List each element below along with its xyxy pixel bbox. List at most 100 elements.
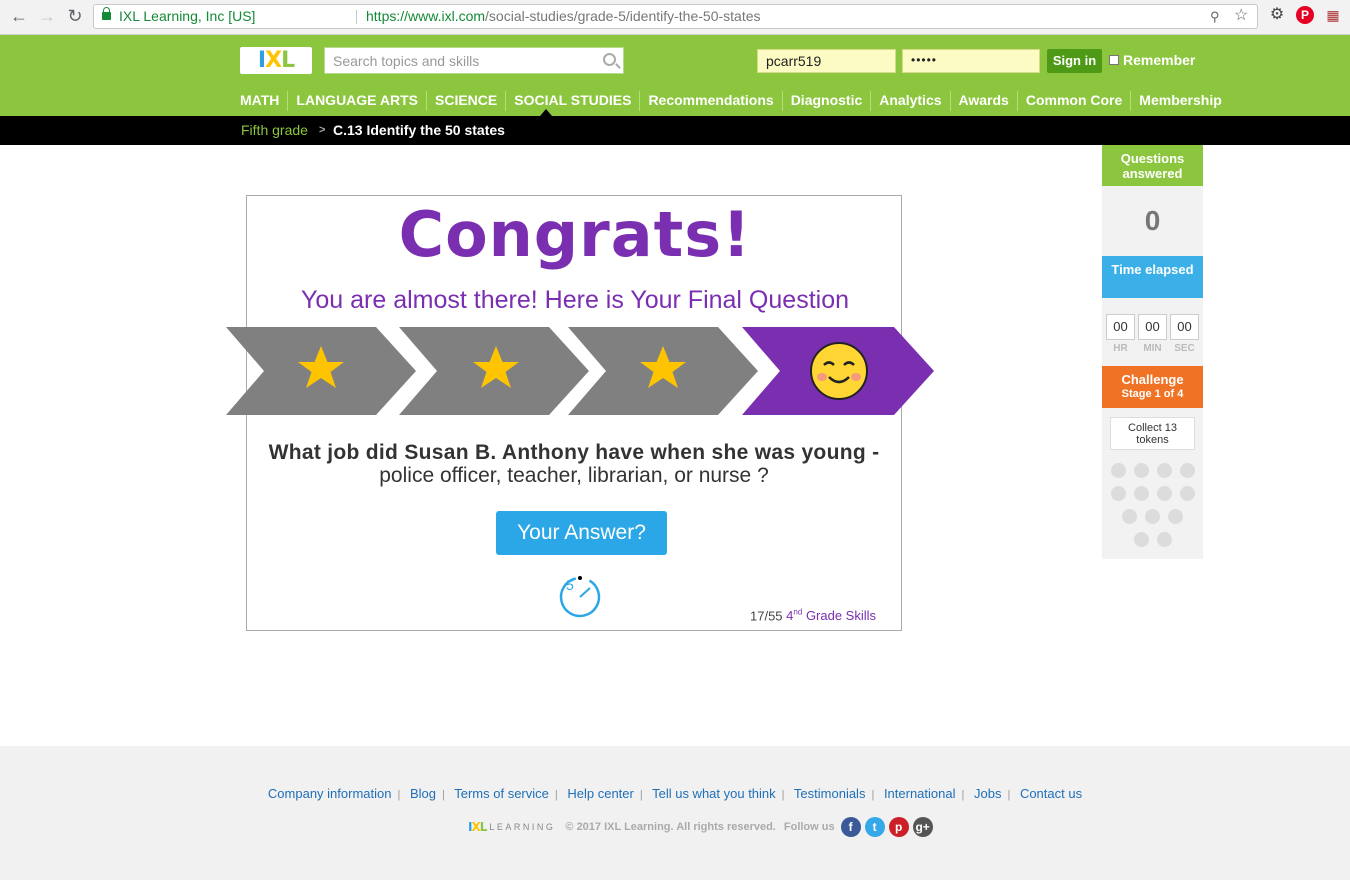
pinterest-extension-icon[interactable]: P [1296, 6, 1314, 24]
question-text: What job did Susan B. Anthony have when … [246, 441, 902, 487]
token-slot [1133, 486, 1149, 501]
footer-link-terms[interactable]: Terms of service [454, 786, 549, 801]
footer-links: Company information | Blog | Terms of serv… [267, 786, 1083, 801]
lock-icon [102, 7, 111, 20]
token-slot [1156, 486, 1172, 501]
address-bar[interactable]: IXL Learning, Inc [US] https://www.ixl.c… [93, 4, 1258, 29]
breadcrumb-separator: > [319, 124, 326, 136]
url-text: https://www.ixl.com/social-studies/grade… [366, 8, 761, 24]
key-icon[interactable]: ⚲ [1210, 5, 1220, 28]
nav-language-arts[interactable]: LANGUAGE ARTS [287, 91, 426, 111]
bookmark-star-icon[interactable]: ☆ [1234, 4, 1248, 27]
nav-awards[interactable]: Awards [949, 91, 1017, 111]
social-icons: f t p g+ [840, 817, 937, 837]
username-field[interactable]: pcarr519 [757, 49, 896, 73]
challenge-header: Challenge Stage 1 of 4 [1102, 366, 1203, 408]
congrats-title: Congrats! [398, 198, 752, 271]
footer-link-company-information[interactable]: Company information [268, 786, 392, 801]
nav-diagnostic[interactable]: Diagnostic [781, 91, 871, 111]
search-placeholder: Search topics and skills [333, 53, 480, 69]
footer-link-blog[interactable]: Blog [410, 786, 436, 801]
site-header: IXL Search topics and skills pcarr519 ••… [0, 35, 1350, 116]
footer-ixl-logo[interactable]: IXL [468, 820, 487, 834]
footer-link-feedback[interactable]: Tell us what you think [652, 786, 776, 801]
timer-seconds: 00 [1170, 314, 1199, 340]
timer-minutes: 00 [1138, 314, 1167, 340]
countdown-timer: 5 [558, 575, 602, 619]
remember-label: Remember [1123, 52, 1196, 68]
token-slot [1145, 509, 1160, 524]
challenge-label: Challenge [1121, 372, 1184, 387]
token-slot [1122, 509, 1137, 524]
token-slot [1133, 463, 1149, 478]
nav-membership[interactable]: Membership [1130, 91, 1229, 111]
nav-social-studies[interactable]: SOCIAL STUDIES [505, 91, 639, 111]
token-slot [1110, 463, 1126, 478]
footer-link-international[interactable]: International [884, 786, 956, 801]
nav-recommendations[interactable]: Recommendations [639, 91, 781, 111]
token-slot [1156, 532, 1172, 547]
footer-bottom: IXL LEARNING © 2017 IXL Learning. All ri… [468, 816, 937, 838]
footer-link-jobs[interactable]: Jobs [974, 786, 1001, 801]
footer-learning-wordmark: LEARNING [489, 822, 556, 832]
tokens-panel: Collect 13 tokens [1102, 408, 1203, 559]
smiley-face-icon [810, 342, 868, 400]
password-field[interactable]: ••••• [902, 49, 1040, 73]
ixl-logo[interactable]: IXL [240, 47, 312, 74]
question-line-1: What job did Susan B. Anthony have when … [268, 441, 880, 464]
reload-icon[interactable]: ↻ [65, 6, 85, 26]
follow-us-label: Follow us [783, 821, 835, 833]
main-nav: MATH LANGUAGE ARTS SCIENCE SOCIAL STUDIE… [240, 91, 1230, 111]
back-arrow-icon[interactable]: ← [9, 6, 29, 26]
stage-progress-banner [226, 327, 934, 415]
breadcrumb-grade-link[interactable]: Fifth grade [241, 116, 308, 145]
progress-count: 17/55 [750, 608, 783, 624]
checkbox-box[interactable] [1109, 55, 1119, 65]
breadcrumb-skill: C.13 Identify the 50 states [333, 122, 505, 138]
footer-copyright: © 2017 IXL Learning. All rights reserved… [565, 821, 776, 833]
time-elapsed-label: Time elapsed [1102, 256, 1203, 298]
footer-link-testimonials[interactable]: Testimonials [794, 786, 866, 801]
remember-checkbox[interactable]: Remember [1109, 52, 1195, 68]
timer-seconds-label: SEC [1174, 343, 1195, 354]
forward-arrow-icon[interactable]: → [37, 6, 57, 26]
evernote-extension-icon[interactable]: ▦ [1324, 6, 1342, 24]
token-slot [1179, 486, 1195, 501]
footer-link-contact-us[interactable]: Contact us [1020, 786, 1082, 801]
skill-progress: 17/55 4nd Grade Skills [750, 608, 876, 623]
search-input[interactable]: Search topics and skills [324, 47, 624, 74]
pinterest-icon[interactable]: p [888, 817, 909, 837]
collect-tokens-text: Collect 13 tokens [1110, 417, 1195, 450]
question-line-2: police officer, teacher, librarian, or n… [379, 464, 769, 487]
nav-common-core[interactable]: Common Core [1016, 91, 1130, 111]
search-icon[interactable] [603, 53, 616, 66]
footer-link-help-center[interactable]: Help center [567, 786, 633, 801]
grade-skills-link[interactable]: 4nd Grade Skills [786, 608, 876, 623]
final-question-subtitle: You are almost there! Here is Your Final… [301, 286, 849, 314]
settings-gear-icon[interactable]: ⚙ [1268, 6, 1286, 24]
breadcrumb: Fifth grade > C.13 Identify the 50 state… [0, 116, 1350, 145]
sign-in-button[interactable]: Sign in [1047, 49, 1102, 73]
token-slot [1168, 509, 1183, 524]
nav-analytics[interactable]: Analytics [870, 91, 949, 111]
your-answer-button[interactable]: Your Answer? [496, 511, 667, 555]
nav-science[interactable]: SCIENCE [426, 91, 505, 111]
site-identity: IXL Learning, Inc [US] [119, 8, 256, 24]
active-nav-indicator [540, 109, 552, 116]
questions-answered-count: 0 [1102, 186, 1203, 256]
google-plus-icon[interactable]: g+ [912, 817, 933, 837]
token-slot [1110, 486, 1126, 501]
address-divider [356, 10, 357, 24]
nav-math[interactable]: MATH [240, 91, 287, 111]
elapsed-timer: 00 00 00 HR MIN SEC [1102, 298, 1203, 366]
browser-toolbar: ← → ↻ IXL Learning, Inc [US] https://www… [0, 0, 1350, 35]
timer-hours-label: HR [1113, 343, 1128, 354]
countdown-number: 5 [566, 577, 574, 593]
challenge-stage: Stage 1 of 4 [1121, 388, 1184, 400]
site-footer: Company information | Blog | Terms of serv… [0, 746, 1350, 880]
questions-answered-label: Questions answered [1102, 145, 1203, 186]
token-slot [1133, 532, 1149, 547]
token-slot [1156, 463, 1172, 478]
twitter-icon[interactable]: t [864, 817, 885, 837]
facebook-icon[interactable]: f [840, 817, 861, 837]
